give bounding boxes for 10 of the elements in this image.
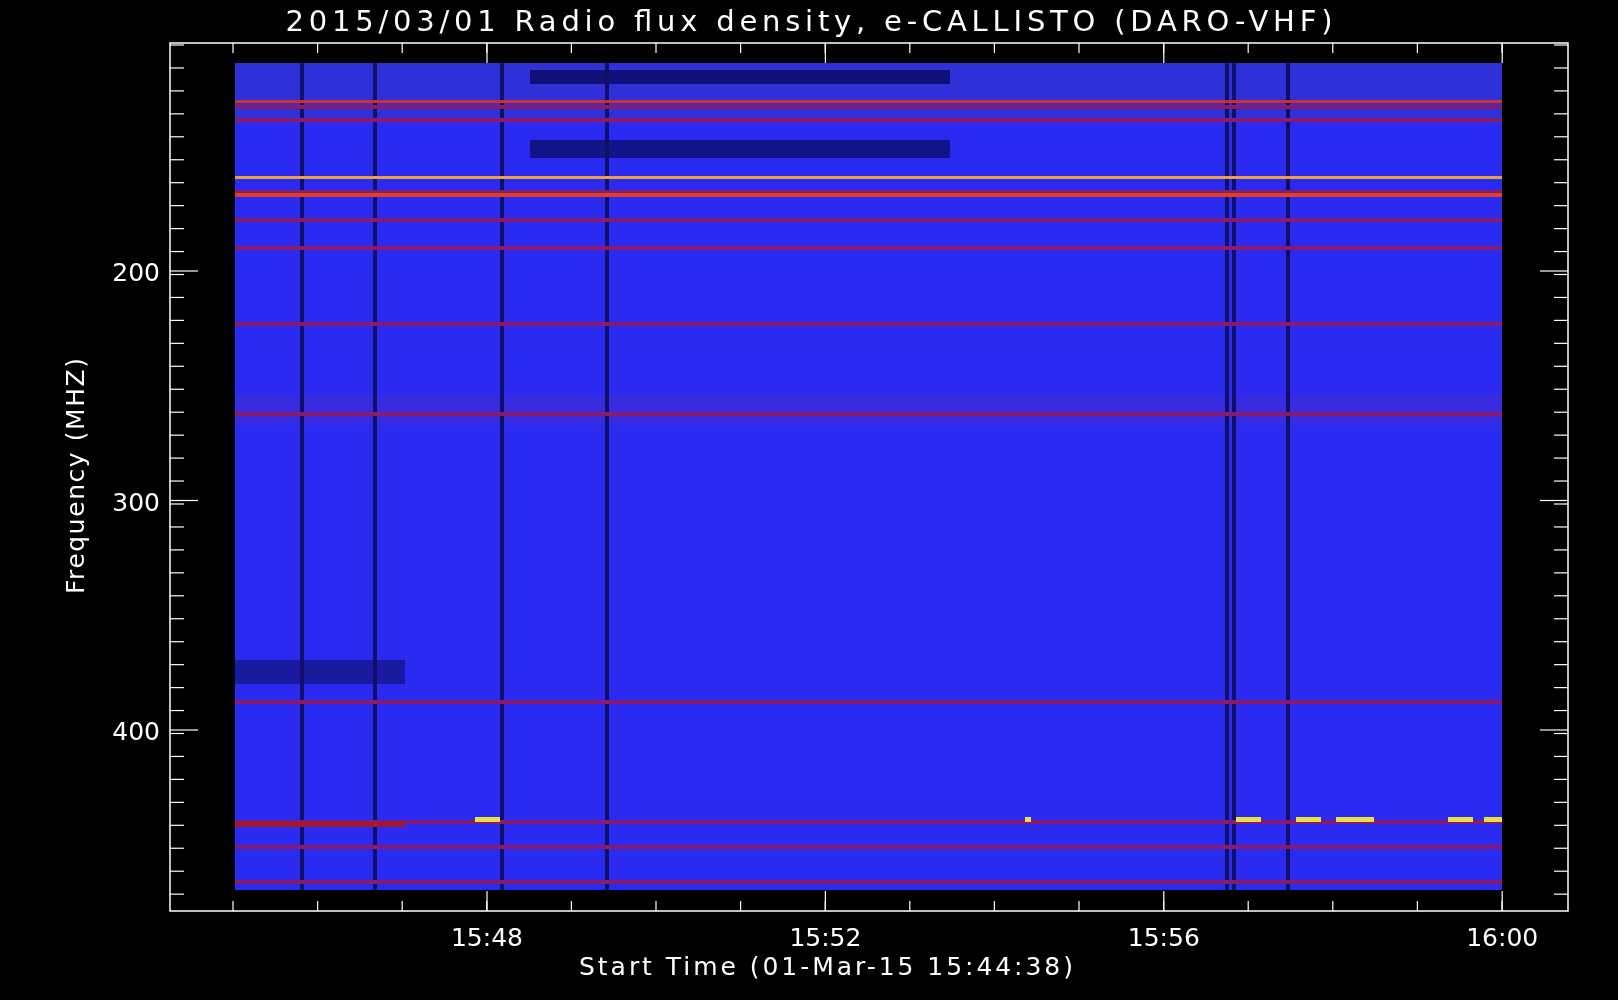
y-tick-label: 400 xyxy=(112,717,160,746)
x-tick-label: 15:56 xyxy=(1127,923,1200,952)
x-tick-label: 15:52 xyxy=(789,923,862,952)
y-axis-label: Frequency (MHZ) xyxy=(61,358,90,594)
x-axis-label: Start Time (01-Mar-15 15:44:38) xyxy=(579,952,1073,981)
x-tick-label: 15:48 xyxy=(451,923,523,952)
y-tick-label: 300 xyxy=(112,487,160,517)
plot-title: 2015/03/01 Radio flux density, e-CALLISTO (DARO-VHF) xyxy=(285,4,1333,38)
x-tick-label: 16:00 xyxy=(1466,923,1539,952)
y-tick-label: 200 xyxy=(112,258,160,287)
